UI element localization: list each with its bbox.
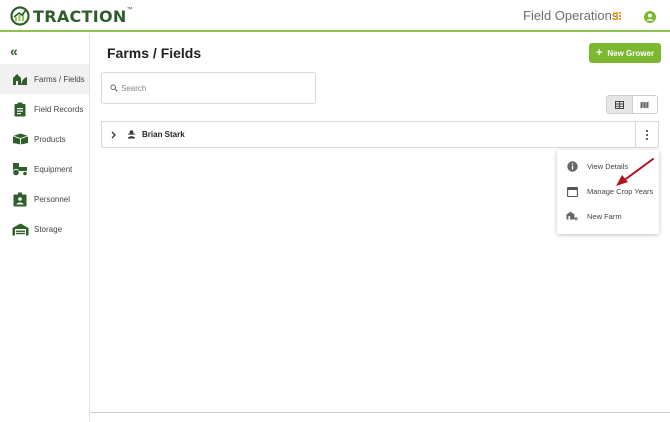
clipboard-icon	[10, 101, 30, 117]
table-view-button[interactable]	[607, 96, 632, 113]
page-title: Farms / Fields	[107, 45, 202, 61]
logo-trademark: ™	[126, 7, 133, 13]
sidebar-item-field-records[interactable]: Field Records	[0, 94, 89, 124]
storage-warehouse-icon	[10, 221, 30, 237]
footer-divider	[90, 412, 670, 413]
map-view-button[interactable]	[631, 96, 657, 113]
menu-item-label: New Farm	[587, 211, 622, 221]
sidebar: « Farms / Fields Field Records Products …	[0, 34, 90, 422]
top-bar: TRACTION ™ Field Operations	[0, 0, 670, 32]
sidebar-item-equipment[interactable]: Equipment	[0, 154, 89, 184]
personnel-badge-icon	[10, 191, 30, 207]
view-toggle	[606, 95, 658, 114]
search-icon	[110, 84, 118, 92]
sidebar-item-products[interactable]: Products	[0, 124, 89, 154]
info-icon	[565, 160, 579, 172]
user-account-icon[interactable]	[644, 10, 656, 28]
collapse-sidebar-button[interactable]: «	[10, 43, 18, 59]
search-input[interactable]	[121, 83, 301, 93]
calendar-icon	[565, 186, 579, 197]
sidebar-item-label: Products	[34, 134, 66, 144]
sidebar-item-label: Personnel	[34, 194, 71, 204]
farm-field-icon	[10, 71, 30, 87]
tractor-icon	[10, 161, 30, 177]
sidebar-item-label: Farms / Fields	[34, 74, 85, 84]
annotation-arrow-icon	[616, 158, 654, 186]
app-name: Field Operations	[523, 8, 619, 23]
expand-chevron-icon[interactable]	[111, 131, 119, 139]
map-view-icon	[640, 101, 649, 108]
sidebar-item-personnel[interactable]: Personnel	[0, 184, 89, 214]
sidebar-item-label: Field Records	[34, 104, 84, 114]
products-icon	[10, 131, 30, 147]
row-actions-menu-button[interactable]	[635, 122, 658, 147]
table-view-icon	[614, 100, 624, 109]
sidebar-item-label: Storage	[34, 224, 63, 234]
plus-icon: +	[595, 46, 603, 59]
more-vertical-icon	[646, 129, 648, 141]
menu-item-new-farm[interactable]: New Farm	[557, 203, 659, 229]
grower-name: Brian Stark	[142, 130, 185, 139]
sidebar-item-storage[interactable]: Storage	[0, 214, 89, 244]
search-box	[101, 72, 316, 104]
logo-text: TRACTION	[33, 6, 127, 26]
grower-row[interactable]: Brian Stark	[101, 121, 659, 148]
sidebar-item-farms-fields[interactable]: Farms / Fields	[0, 64, 89, 94]
new-grower-button[interactable]: + New Grower	[589, 43, 661, 63]
traction-logo[interactable]: TRACTION ™	[10, 6, 133, 26]
apps-grid-icon[interactable]	[613, 12, 622, 21]
new-grower-label: New Grower	[607, 48, 655, 58]
grower-person-icon	[127, 130, 136, 139]
sidebar-item-label: Equipment	[34, 164, 73, 174]
logo-gauge-icon	[10, 6, 30, 26]
new-farm-icon	[565, 211, 579, 222]
